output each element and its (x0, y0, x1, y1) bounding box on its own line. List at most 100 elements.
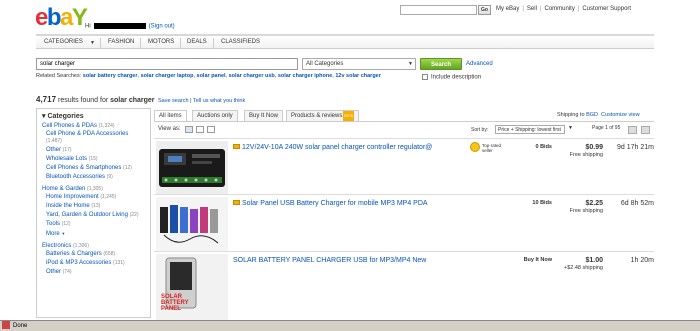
related-link[interactable]: 12v solar charger (335, 73, 381, 79)
sidebar-item[interactable]: Other (17) (46, 147, 145, 154)
gallery-view-icon[interactable] (196, 126, 204, 133)
item-count: (13) (91, 203, 101, 209)
sidebar-item[interactable]: Batteries & Chargers (658) (46, 251, 145, 258)
group-label: Cell Phones & PDAs (42, 123, 98, 129)
feedback-link[interactable]: Tell us what you think (193, 98, 245, 104)
sort-select[interactable]: Price + Shipping: lowest first (495, 125, 565, 134)
related-link[interactable]: solar charger usb (229, 73, 275, 79)
sort-label: Sort by: (471, 127, 489, 133)
results-query: solar charger (110, 97, 155, 104)
listing-time-left: 6d 8h 52m (620, 200, 654, 207)
related-link[interactable]: solar panel (197, 73, 226, 79)
item-count: (9) (106, 174, 113, 180)
nav-deals[interactable]: DEALS (187, 39, 207, 45)
sidebar-item[interactable]: Home Improvement (1,245) (46, 194, 145, 201)
go-button[interactable]: Go (478, 5, 491, 15)
nav-divider (213, 38, 214, 48)
chevron-down-icon[interactable]: ▼ (90, 40, 95, 46)
sidebar-item[interactable]: Cell Phones & Smartphones (12) (46, 165, 145, 172)
nav-divider (180, 38, 181, 48)
tab-buy-it-now[interactable]: Buy It Now (244, 110, 284, 121)
sidebar-more[interactable]: More ▼ (46, 230, 145, 238)
item-count: (12) (61, 221, 71, 227)
listing-thumbnail[interactable] (156, 197, 228, 251)
advanced-search-link[interactable]: Advanced (466, 61, 493, 67)
tab-auctions-only[interactable]: Auctions only (192, 110, 238, 121)
group-label: Home & Garden (42, 186, 86, 192)
ship-country-link[interactable]: BGD (586, 112, 598, 118)
prev-page-icon[interactable] (628, 126, 637, 134)
sidebar-item[interactable]: Tools (12) (46, 221, 145, 228)
listing-title[interactable]: 12V/24V-10A 240W solar panel charger con… (242, 144, 432, 151)
beta-badge: BETA (343, 111, 355, 121)
item-label: More (46, 231, 60, 237)
listing-shipping: Free shipping (569, 152, 603, 158)
category-select[interactable]: All Categories ▼ (302, 58, 416, 70)
community-link[interactable]: Community (544, 6, 574, 12)
nav-categories[interactable]: CATEGORIES (44, 39, 83, 45)
listing-shipping: Free shipping (569, 208, 603, 214)
grid-view-icon[interactable] (207, 126, 215, 133)
sidebar-item[interactable]: Other (74) (46, 269, 145, 276)
item-label: Bluetooth Accessories (46, 174, 106, 180)
listing-row: 12V/24V-10A 240W solar panel charger con… (154, 138, 654, 198)
related-link[interactable]: solar charger iphone (278, 73, 332, 79)
tab-all-items[interactable]: All items (154, 110, 187, 121)
top-rated-badge: Top-rated seller (470, 142, 501, 153)
item-label: Wholesale Lots (46, 156, 88, 162)
listing-thumbnail[interactable] (156, 141, 228, 195)
my-ebay-link[interactable]: My eBay (496, 6, 519, 12)
list-view-icon[interactable] (185, 126, 193, 133)
listing-title[interactable]: Solar Panel USB Battery Charger for mobi… (242, 200, 428, 207)
search-button[interactable]: Search (420, 58, 462, 70)
status-icon (2, 321, 10, 330)
sidebar-item[interactable]: Bluetooth Accessories (9) (46, 174, 145, 181)
sidebar-item[interactable]: iPod & MP3 Accessories (131) (46, 260, 145, 267)
group-count: (1,324) (98, 123, 115, 129)
related-link[interactable]: solar battery charger (83, 73, 138, 79)
medal-icon (470, 142, 480, 152)
nav-bar: CATEGORIES ▼ FASHION MOTORS DEALS CLASSI… (36, 34, 654, 49)
sidebar-item[interactable]: Wholesale Lots (15) (46, 156, 145, 163)
nav-classifieds[interactable]: CLASSIFIEDS (221, 39, 260, 45)
item-count: (1,245) (100, 194, 117, 200)
view-as-label: View as: (158, 126, 181, 132)
ebay-logo[interactable]: ebaY (35, 4, 88, 31)
next-page-icon[interactable] (641, 126, 650, 134)
include-description-label: Include description (431, 74, 482, 81)
search-input[interactable]: solar charger (36, 58, 298, 70)
include-description-checkbox[interactable] (422, 74, 428, 80)
related-label: Related Searches: (36, 73, 82, 79)
item-label: Inside the Home (46, 203, 90, 209)
greeting-prefix: Hi (85, 23, 91, 30)
listing-price: $1.00 (585, 257, 603, 264)
status-text: Done (13, 323, 28, 329)
related-link[interactable]: solar charger laptop (141, 73, 194, 79)
sidebar-item[interactable]: Yard, Garden & Outdoor Living (22) (46, 212, 145, 219)
listing-time-left: 9d 17h 21m (617, 144, 654, 151)
sidebar-group[interactable]: Home & Garden (1,305) (42, 186, 145, 192)
shipping-to: Shipping to BGD Customize view (557, 112, 640, 118)
sell-link[interactable]: Sell (527, 6, 537, 12)
include-description[interactable]: Include description (422, 74, 481, 81)
sidebar-item[interactable]: Inside the Home (13) (46, 203, 145, 210)
item-label: Yard, Garden & Outdoor Living (46, 212, 128, 218)
customize-view-link[interactable]: Customize view (601, 112, 640, 118)
item-count: (12) (123, 165, 132, 171)
sidebar-group[interactable]: Electronics (1,306) (42, 243, 145, 249)
header-search-input[interactable] (400, 5, 477, 15)
sidebar-item[interactable]: Cell Phone & PDA Accessories (1,487) (46, 131, 145, 145)
nav-fashion[interactable]: FASHION (108, 39, 134, 45)
logo-letter: e (35, 4, 48, 31)
listing-title[interactable]: SOLAR BATTERY PANEL CHARGER USB for MP3/… (233, 257, 426, 264)
listing-thumbnail[interactable]: SOLAR BATTERY PANEL (156, 254, 228, 320)
nav-motors[interactable]: MOTORS (148, 39, 174, 45)
chevron-down-icon[interactable]: ▼ (568, 125, 573, 133)
item-label: Batteries & Chargers (46, 251, 102, 257)
customer-support-link[interactable]: Customer Support (582, 6, 631, 12)
tab-divider (154, 121, 654, 122)
sign-out-link[interactable]: (Sign out) (149, 24, 175, 30)
sidebar-group[interactable]: Cell Phones & PDAs (1,324) (42, 123, 145, 129)
save-search-link[interactable]: Save search (158, 98, 189, 104)
group-count: (1,306) (73, 243, 89, 249)
